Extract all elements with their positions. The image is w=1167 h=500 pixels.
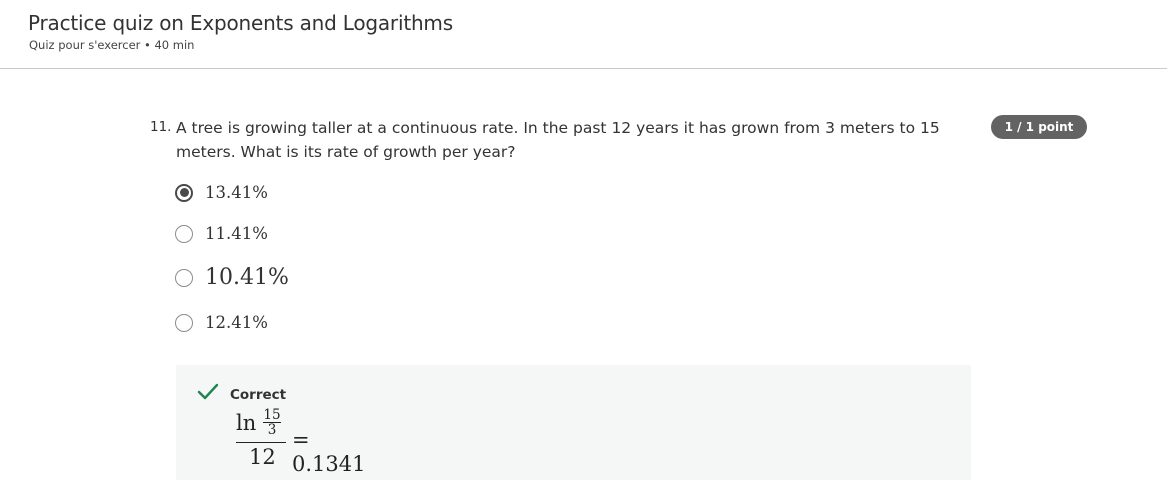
answer-option[interactable]: 11.41% — [175, 224, 268, 243]
radio-unchecked-icon[interactable] — [175, 268, 193, 287]
formula-denominator: 12 — [249, 445, 276, 469]
formula-inner-numerator: 15 — [263, 407, 281, 423]
formula-result: = 0.1341 — [292, 428, 366, 476]
formula-ln: ln — [236, 411, 257, 435]
answer-option-label: 10.41% — [205, 265, 289, 290]
formula-inner-denominator: 3 — [267, 422, 277, 438]
answer-option[interactable]: 13.41% — [175, 183, 268, 202]
quiz-meta: Quiz pour s'exercer • 40 min — [29, 38, 195, 52]
answer-option[interactable]: 10.41% — [175, 265, 289, 290]
answer-option-label: 12.41% — [205, 313, 268, 332]
question-number: 11. — [150, 119, 172, 135]
quiz-header: Practice quiz on Exponents and Logarithm… — [0, 0, 1167, 69]
answer-option[interactable]: 12.41% — [175, 313, 268, 332]
checkmark-icon — [197, 383, 219, 400]
fraction-bar — [236, 442, 286, 443]
feedback-status: Correct — [230, 387, 287, 403]
formula-inner-fraction: 15 3 — [261, 408, 283, 437]
points-badge: 1 / 1 point — [991, 115, 1087, 139]
answer-option-label: 11.41% — [205, 224, 268, 243]
radio-unchecked-icon[interactable] — [175, 224, 193, 243]
radio-checked-icon[interactable] — [175, 183, 193, 202]
page-title: Practice quiz on Exponents and Logarithm… — [28, 11, 453, 35]
question-text: A tree is growing taller at a continuous… — [176, 119, 940, 161]
radio-unchecked-icon[interactable] — [175, 313, 193, 332]
answer-option-label: 13.41% — [205, 183, 268, 202]
